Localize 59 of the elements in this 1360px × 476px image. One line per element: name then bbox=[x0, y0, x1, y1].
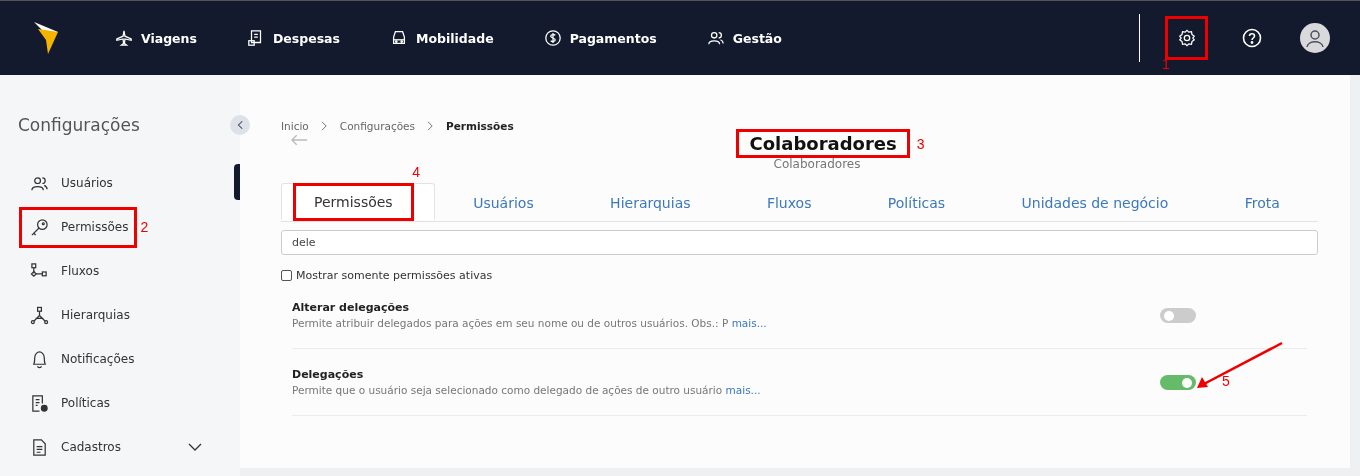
settings-button[interactable] bbox=[1168, 19, 1205, 57]
callout-number: 5 bbox=[1222, 372, 1230, 389]
help-icon bbox=[1241, 28, 1262, 48]
more-link[interactable]: mais... bbox=[731, 317, 767, 329]
permission-description: Permite atribuir delegados para ações em seu nome ou de outros usuários. Obs.: P mais... bbox=[292, 317, 767, 329]
nav-link[interactable]: Despesas bbox=[246, 29, 340, 47]
users-icon bbox=[706, 29, 725, 47]
page-subtitle: Colaboradores bbox=[773, 157, 861, 171]
sidebar-item[interactable]: Fluxos bbox=[22, 253, 106, 289]
user-icon bbox=[1305, 28, 1325, 48]
page-title: Colaboradores bbox=[739, 132, 907, 155]
tab[interactable]: Hierarquias bbox=[606, 186, 695, 219]
callout-number: 3 bbox=[916, 135, 925, 152]
chevron-right-icon bbox=[427, 121, 435, 131]
checkbox[interactable] bbox=[281, 270, 292, 281]
search-field[interactable]: dele bbox=[281, 230, 1318, 255]
settings-icon bbox=[1177, 29, 1196, 47]
callout-number: 2 bbox=[140, 219, 149, 235]
nav-link[interactable]: Gestão bbox=[706, 29, 782, 47]
sidebar-item[interactable]: Hierarquias bbox=[22, 297, 136, 333]
tab[interactable]: Políticas bbox=[883, 186, 950, 219]
chevron-left-icon bbox=[237, 120, 243, 130]
tab[interactable]: Unidades de negócio bbox=[1017, 186, 1173, 219]
nav-link[interactable]: Pagamentos bbox=[543, 29, 657, 47]
chevron-icon bbox=[188, 443, 202, 451]
permission-title: Alterar delegações bbox=[292, 301, 411, 314]
toggle-switch[interactable] bbox=[1160, 374, 1196, 390]
nav-link[interactable]: Mobilidade bbox=[390, 29, 494, 47]
document-gear-icon bbox=[30, 393, 49, 413]
sidebar-item[interactable]: Usuários bbox=[22, 165, 119, 201]
bell-icon bbox=[30, 349, 49, 369]
breadcrumb-link[interactable]: Permissões bbox=[446, 120, 514, 132]
breadcrumb-link[interactable]: Configurações bbox=[339, 120, 416, 132]
avatar[interactable] bbox=[1300, 23, 1330, 53]
airplane-icon bbox=[115, 29, 133, 47]
tab[interactable]: Fluxos bbox=[762, 186, 816, 219]
more-link[interactable]: mais... bbox=[725, 384, 761, 396]
collapse-button[interactable] bbox=[230, 115, 250, 135]
permission-title: Delegações bbox=[292, 368, 365, 381]
permission-description: Permite que o usuário seja selecionado como delegado de ações de outro usuário mais... bbox=[292, 384, 761, 396]
sidebar-title: Configurações bbox=[18, 115, 141, 135]
sidebar-item[interactable]: Políticas bbox=[22, 385, 117, 421]
dollar-icon bbox=[543, 29, 562, 47]
nav-link[interactable]: Viagens bbox=[115, 29, 197, 47]
tab[interactable]: Frota bbox=[1240, 186, 1284, 219]
breadcrumb-link[interactable]: Inicio bbox=[281, 120, 309, 132]
callout-number: 4 bbox=[412, 164, 420, 180]
tab[interactable]: Usuários bbox=[469, 186, 538, 219]
document-icon bbox=[30, 437, 49, 457]
toggle-switch[interactable] bbox=[1160, 307, 1196, 323]
sidebar-item[interactable]: Permissões bbox=[22, 209, 135, 245]
sidebar-item[interactable]: Notificações bbox=[22, 341, 141, 377]
checkbox-label: Mostrar somente permissões ativas bbox=[296, 269, 493, 282]
sidebar-item[interactable]: Cadastros bbox=[22, 429, 208, 465]
key-icon bbox=[30, 217, 49, 237]
chevron-right-icon bbox=[320, 121, 328, 131]
scroll-handle bbox=[234, 164, 240, 200]
hierarchy-icon bbox=[30, 305, 49, 325]
car-icon bbox=[390, 29, 408, 47]
